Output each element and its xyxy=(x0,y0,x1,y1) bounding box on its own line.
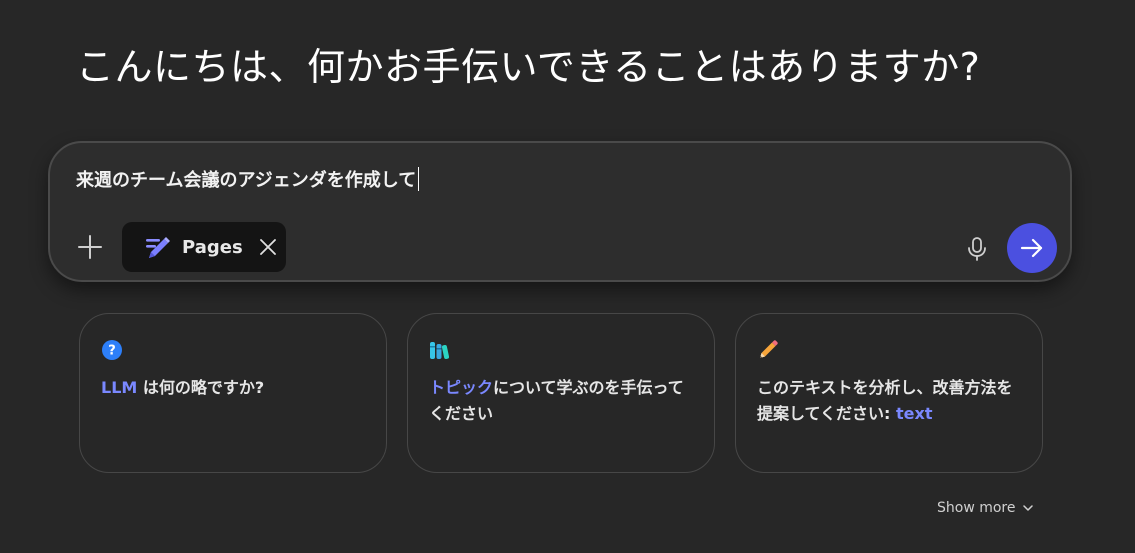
suggestion-highlight: text xyxy=(896,404,933,423)
message-composer[interactable]: 来週のチーム会議のアジェンダを作成して Pages xyxy=(48,141,1072,282)
arrow-right-icon xyxy=(1020,238,1043,258)
copilot-home: こんにちは、何かお手伝いできることはありますか? 来週のチーム会議のアジェンダを… xyxy=(0,0,1135,553)
pages-chip-label: Pages xyxy=(182,236,243,258)
pages-pen-icon xyxy=(146,237,170,258)
add-attachment-button[interactable] xyxy=(74,231,106,263)
suggestion-text: このテキストを分析し、改善方法を提案してください: text xyxy=(757,375,1027,427)
svg-text:?: ? xyxy=(108,344,116,359)
suggestion-card-topic[interactable]: トピックについて学ぶのを手伝ってください xyxy=(407,313,715,473)
message-input[interactable]: 来週のチーム会議のアジェンダを作成して xyxy=(76,166,420,192)
text-caret xyxy=(418,167,420,191)
greeting-heading: こんにちは、何かお手伝いできることはありますか? xyxy=(76,45,981,89)
pages-chip[interactable]: Pages xyxy=(122,222,286,272)
suggestion-card-analyze[interactable]: このテキストを分析し、改善方法を提案してください: text xyxy=(735,313,1043,473)
show-more-label: Show more xyxy=(937,500,1016,516)
suggestion-text: LLM は何の略ですか? xyxy=(101,375,371,401)
books-icon xyxy=(430,342,450,359)
plus-icon xyxy=(78,235,102,259)
message-input-value: 来週のチーム会議のアジェンダを作成して xyxy=(76,170,417,191)
send-button[interactable] xyxy=(1007,223,1057,273)
suggestion-body: このテキストを分析し、改善方法を提案してください: xyxy=(757,378,1013,423)
suggestion-body: は何の略ですか? xyxy=(137,378,265,397)
question-circle-icon: ? xyxy=(102,340,122,360)
suggestion-card-llm[interactable]: ? LLM は何の略ですか? xyxy=(79,313,387,473)
show-more-button[interactable]: Show more xyxy=(937,500,1034,516)
close-icon[interactable] xyxy=(259,238,277,256)
suggestion-text: トピックについて学ぶのを手伝ってください xyxy=(429,375,699,427)
chevron-down-icon xyxy=(1022,505,1033,511)
voice-input-button[interactable] xyxy=(966,236,988,262)
suggestion-highlight: トピック xyxy=(429,378,494,397)
pencil-icon xyxy=(760,340,778,358)
suggestion-highlight: LLM xyxy=(101,378,138,397)
microphone-icon xyxy=(968,237,986,261)
